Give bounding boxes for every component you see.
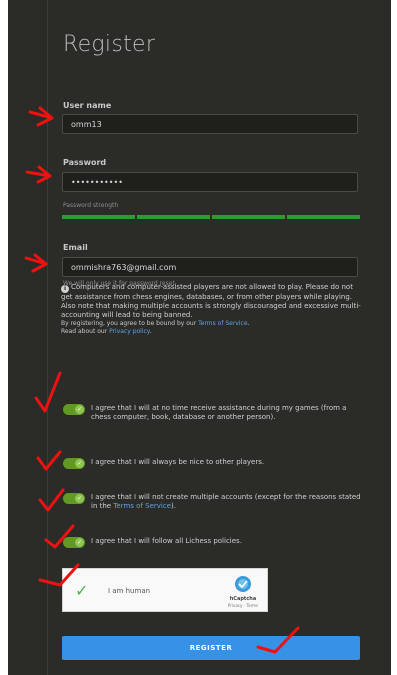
arrow-annotation: [28, 106, 54, 127]
arrow-annotation: [25, 165, 52, 184]
checkmark-annotation: [38, 563, 80, 587]
arrow-annotation: [24, 253, 48, 273]
annotation-overlay: [24, 106, 300, 654]
checkmark-annotation: [36, 450, 62, 471]
checkmark-annotation: [34, 371, 62, 413]
checkmark-annotation: [38, 488, 65, 512]
checkmark-annotation: [44, 524, 75, 549]
checkmark-annotation: [256, 626, 300, 654]
